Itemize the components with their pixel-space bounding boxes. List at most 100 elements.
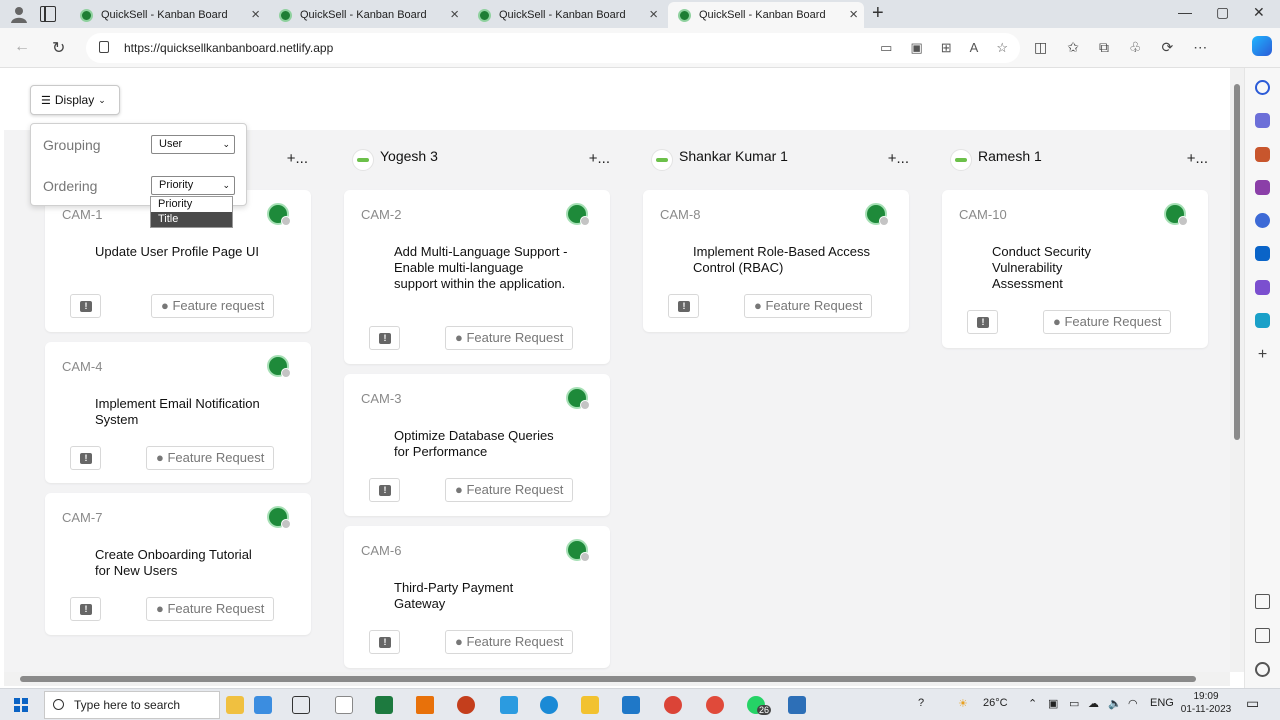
refresh-icon[interactable]: ↻ [52, 38, 65, 58]
vertical-scrollbar[interactable] [1230, 68, 1244, 672]
more-menu-icon[interactable]: ⋯ [1193, 39, 1207, 56]
photos-icon[interactable] [788, 696, 806, 714]
help-icon[interactable]: ? [918, 697, 924, 709]
onedrive-icon[interactable]: ☁ [1088, 697, 1099, 710]
grouping-select[interactable]: User ⌄ [151, 135, 235, 154]
priority-button[interactable]: ! [369, 478, 400, 502]
close-icon[interactable]: × [450, 6, 459, 23]
ticket-card[interactable]: CAM-6 Third-Party Payment Gateway ! ● Fe… [344, 526, 610, 668]
split-screen-icon[interactable]: ⊞ [941, 40, 952, 56]
outlook-icon[interactable] [1255, 246, 1270, 261]
browser-tab-active[interactable]: QuickSell - Kanban Board × [668, 2, 864, 28]
show-hidden-icons-icon[interactable]: ⌃ [1028, 697, 1037, 710]
browser-tab[interactable]: QuickSell - Kanban Board × [269, 2, 465, 28]
collections-icon[interactable]: ⧉ [1099, 39, 1109, 56]
task-view-icon[interactable] [292, 696, 310, 714]
display-button[interactable]: ☰ Display ⌄ [30, 85, 120, 115]
drop-icon[interactable] [1255, 313, 1270, 328]
url-text[interactable]: https://quicksellkanbanboard.netlify.app [124, 41, 333, 55]
favorites-icon[interactable]: ✩ [1067, 39, 1079, 56]
clock[interactable]: 19:09 01-11-2023 [1180, 690, 1232, 716]
widgets-app-icon[interactable] [254, 696, 272, 714]
back-icon[interactable]: ← [14, 38, 30, 56]
file-explorer-icon[interactable] [581, 696, 599, 714]
windows-start-icon[interactable] [14, 698, 28, 712]
priority-button[interactable]: ! [70, 294, 101, 318]
excel-icon[interactable] [375, 696, 393, 714]
add-card-button[interactable]: +... [287, 150, 308, 167]
address-bar[interactable]: https://quicksellkanbanboard.netlify.app… [86, 33, 1020, 63]
weather-text[interactable]: 26°C [983, 697, 1008, 709]
add-icon[interactable]: + [1255, 347, 1270, 363]
widgets-icon[interactable] [226, 696, 244, 714]
profile-icon[interactable] [10, 5, 28, 23]
app-icon[interactable] [500, 696, 518, 714]
ordering-select[interactable]: Priority ⌄ [151, 176, 235, 195]
priority-button[interactable]: ! [668, 294, 699, 318]
ticket-card[interactable]: CAM-7 Create Onboarding Tutorial for New… [45, 493, 311, 635]
horizontal-scrollbar[interactable] [4, 672, 1230, 686]
priority-button[interactable]: ! [70, 597, 101, 621]
close-icon[interactable]: × [849, 6, 858, 23]
games-icon[interactable] [1255, 180, 1270, 195]
browser-tab[interactable]: QuickSell - Kanban Board × [468, 2, 664, 28]
shopping-icon[interactable] [1255, 113, 1270, 128]
language-indicator[interactable]: ENG [1150, 697, 1174, 709]
browser-essentials-icon[interactable]: ⟳ [1162, 39, 1174, 56]
add-card-button[interactable]: +... [589, 150, 610, 167]
app-available-icon[interactable]: ▣ [910, 40, 922, 56]
add-card-button[interactable]: +... [1187, 150, 1208, 167]
sidebar-panel-icon[interactable] [1255, 594, 1270, 609]
ordering-option-priority[interactable]: Priority [151, 197, 232, 212]
ticket-card[interactable]: CAM-10 Conduct Security Vulnerability As… [942, 190, 1208, 348]
wifi-icon[interactable]: ◠ [1128, 697, 1138, 710]
notifications-icon[interactable]: ▭ [1246, 695, 1259, 712]
chrome-icon[interactable] [664, 696, 682, 714]
vscode-icon[interactable] [622, 696, 640, 714]
tab-actions-icon[interactable] [40, 6, 56, 22]
ticket-card[interactable]: CAM-8 Implement Role-Based Access Contro… [643, 190, 909, 332]
close-icon[interactable]: × [251, 6, 260, 23]
new-tab-button[interactable]: + [872, 2, 884, 25]
browser-tab[interactable]: QuickSell - Kanban Board × [70, 2, 266, 28]
tray-app-icon[interactable]: ▣ [1048, 697, 1058, 710]
close-window-icon[interactable]: ✕ [1253, 4, 1265, 21]
ticket-card[interactable]: CAM-4 Implement Email Notification Syste… [45, 342, 311, 483]
tools-icon[interactable] [1255, 147, 1270, 162]
whatsapp-icon[interactable]: 26 [747, 696, 772, 715]
search-icon[interactable] [1255, 80, 1270, 95]
copilot-icon[interactable] [1252, 36, 1272, 56]
settings-gear-icon[interactable] [1255, 662, 1270, 677]
scroll-thumb[interactable] [1234, 84, 1240, 440]
ticket-card[interactable]: CAM-2 Add Multi-Language Support - Enabl… [344, 190, 610, 364]
kanban-page: ☰ Display ⌄ +... Yogesh 3 +... Shankar K… [4, 68, 1230, 672]
taskbar-search[interactable]: Type here to search [44, 691, 220, 719]
priority-button[interactable]: ! [70, 446, 101, 470]
external-link-icon[interactable] [1255, 628, 1270, 643]
maximize-icon[interactable]: ▢ [1216, 4, 1229, 21]
priority-button[interactable]: ! [369, 326, 400, 350]
extensions-icon[interactable]: ♧ [1129, 39, 1142, 56]
notepad-icon[interactable] [335, 696, 353, 714]
powerpoint-icon[interactable] [457, 696, 475, 714]
priority-button[interactable]: ! [369, 630, 400, 654]
minimize-icon[interactable]: — [1178, 4, 1192, 20]
close-icon[interactable]: × [649, 6, 658, 23]
battery-icon[interactable]: ▭ [1069, 697, 1079, 710]
volume-icon[interactable]: 🔈 [1108, 697, 1122, 710]
read-aloud-icon[interactable]: ▭ [880, 40, 892, 56]
favorite-star-icon[interactable]: ☆ [996, 40, 1008, 56]
chrome-profile-icon[interactable] [706, 696, 724, 714]
ordering-option-title[interactable]: Title [151, 212, 232, 227]
edge-icon[interactable] [540, 696, 558, 714]
scroll-thumb[interactable] [20, 676, 1196, 682]
designer-icon[interactable] [1255, 280, 1270, 295]
add-card-button[interactable]: +... [888, 150, 909, 167]
user-avatar [267, 355, 291, 378]
vlc-icon[interactable] [416, 696, 434, 714]
priority-button[interactable]: ! [967, 310, 998, 334]
split-view-icon[interactable]: ◫ [1034, 39, 1047, 56]
ticket-card[interactable]: CAM-3 Optimize Database Queries for Perf… [344, 374, 610, 516]
read-aloud-a-icon[interactable]: A [970, 40, 979, 56]
microsoft-365-icon[interactable] [1255, 213, 1270, 228]
